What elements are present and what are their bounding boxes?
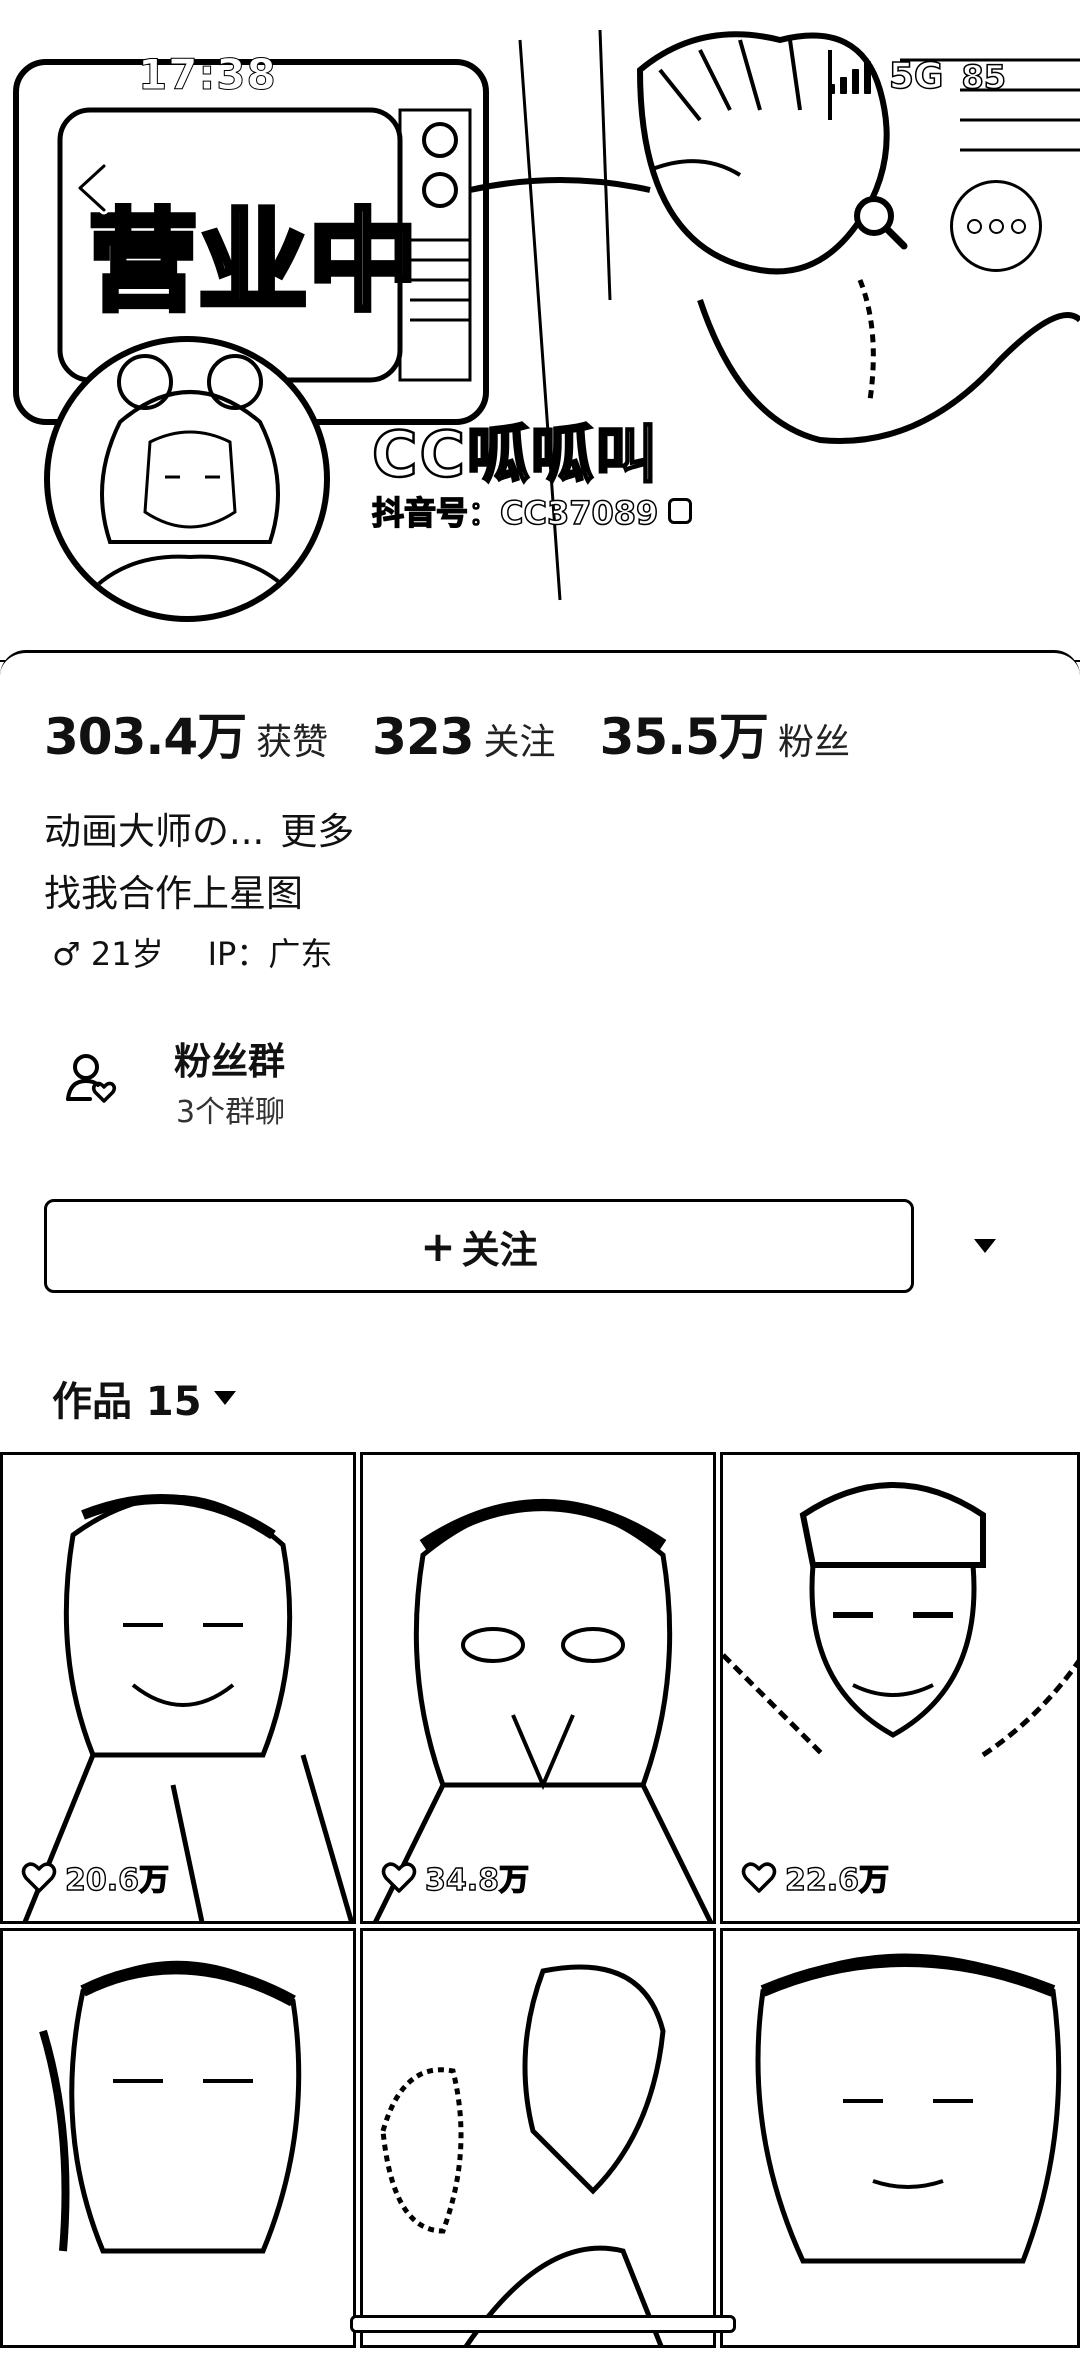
bio-more-link[interactable]: 更多 bbox=[280, 810, 354, 853]
video-tile-2[interactable]: 34.8万 bbox=[360, 1452, 716, 1924]
status-indicators: 5G 85 bbox=[827, 55, 1007, 98]
bio-text: 动画大师の... bbox=[44, 810, 265, 853]
like-count: 20.6万 bbox=[21, 1855, 170, 1899]
status-time: 17:38 bbox=[138, 50, 277, 100]
fan-group-entry[interactable]: 粉丝群 3个群聊 bbox=[44, 1023, 644, 1133]
video-tile-5[interactable] bbox=[360, 1928, 716, 2348]
gender-age: ♂ 21岁 bbox=[52, 935, 164, 973]
video-tile-1[interactable]: 20.6万 bbox=[0, 1452, 356, 1924]
fan-group-subtitle: 3个群聊 bbox=[176, 1095, 286, 1130]
triangle-down-icon bbox=[974, 1239, 996, 1253]
network-type: 5G bbox=[888, 55, 944, 98]
signal-icon bbox=[827, 60, 871, 94]
nickname: CC呱呱叫 bbox=[371, 417, 660, 493]
video-thumbnail bbox=[755, 1953, 1062, 2264]
stat-likes[interactable]: 303.4万 获赞 bbox=[44, 697, 328, 769]
plus-icon: + bbox=[420, 1221, 456, 1271]
status-bar: 17:38 5G 85 bbox=[0, 50, 1080, 110]
video-thumbnail bbox=[39, 1960, 302, 2254]
like-count: 22.6万 bbox=[741, 1855, 890, 1899]
heart-icon bbox=[741, 1862, 777, 1893]
stat-label: 关注 bbox=[483, 722, 556, 763]
ip-location: IP：广东 bbox=[207, 935, 333, 973]
douyin-id: 抖音号：CC37089 bbox=[371, 493, 659, 533]
stat-label: 获赞 bbox=[256, 722, 329, 763]
chevron-left-icon bbox=[75, 161, 109, 215]
follow-dropdown-button[interactable] bbox=[960, 1221, 1010, 1271]
people-heart-icon bbox=[66, 1054, 117, 1103]
like-count: 34.8万 bbox=[381, 1855, 530, 1899]
home-indicator[interactable] bbox=[350, 2315, 736, 2333]
battery-level: 85 bbox=[961, 57, 1007, 97]
follow-label: 关注 bbox=[461, 1227, 538, 1272]
search-button[interactable] bbox=[848, 190, 912, 254]
follow-button[interactable]: + 关注 bbox=[44, 1199, 914, 1293]
more-icon bbox=[966, 218, 982, 234]
stat-following[interactable]: 323 关注 bbox=[372, 708, 555, 766]
bio-line-2: 找我合作上星图 bbox=[44, 872, 303, 915]
meta-row: ♂ 21岁 IP：广东 bbox=[52, 929, 332, 975]
like-count-value: 22.6万 bbox=[784, 1862, 890, 1898]
heart-icon bbox=[21, 1862, 57, 1893]
triangle-down-icon bbox=[213, 1391, 236, 1405]
douyin-id-row[interactable]: 抖音号：CC37089 bbox=[371, 488, 693, 534]
stat-value: 35.5万 bbox=[599, 708, 769, 766]
stat-label: 粉丝 bbox=[777, 722, 850, 763]
profile-banner: 营业中 17:38 5G 85 CC呱呱叫 抖音号：CC37089 bbox=[0, 0, 1080, 662]
like-count-value: 20.6万 bbox=[64, 1862, 170, 1898]
back-button[interactable] bbox=[62, 158, 122, 218]
more-button[interactable] bbox=[950, 180, 1042, 272]
search-icon bbox=[854, 196, 908, 250]
video-tile-3[interactable]: 22.6万 bbox=[720, 1452, 1080, 1924]
stats-row: 303.4万 获赞 323 关注 35.5万 粉丝 bbox=[44, 697, 894, 769]
video-thumbnail bbox=[380, 1964, 666, 2345]
tab-works-label: 作品 15 bbox=[52, 1379, 202, 1425]
fan-group-title: 粉丝群 bbox=[174, 1040, 285, 1083]
video-thumbnail bbox=[723, 1482, 1077, 1758]
avatar[interactable] bbox=[44, 336, 330, 622]
video-thumbnail bbox=[22, 1494, 353, 1921]
heart-icon bbox=[381, 1862, 417, 1893]
tab-works[interactable]: 作品 15 bbox=[52, 1369, 236, 1427]
video-tile-6[interactable] bbox=[720, 1928, 1080, 2348]
like-count-value: 34.8万 bbox=[424, 1862, 530, 1898]
stat-value: 303.4万 bbox=[44, 708, 247, 766]
stat-followers[interactable]: 35.5万 粉丝 bbox=[600, 697, 850, 769]
video-thumbnail bbox=[373, 1499, 713, 1921]
bio-line-1: 动画大师の... 更多 bbox=[44, 801, 354, 855]
banner-text: 营业中 bbox=[88, 198, 418, 326]
stat-value: 323 bbox=[372, 708, 474, 766]
avatar-illustration bbox=[68, 354, 312, 616]
video-tile-4[interactable] bbox=[0, 1928, 356, 2348]
copy-icon[interactable] bbox=[668, 498, 693, 524]
